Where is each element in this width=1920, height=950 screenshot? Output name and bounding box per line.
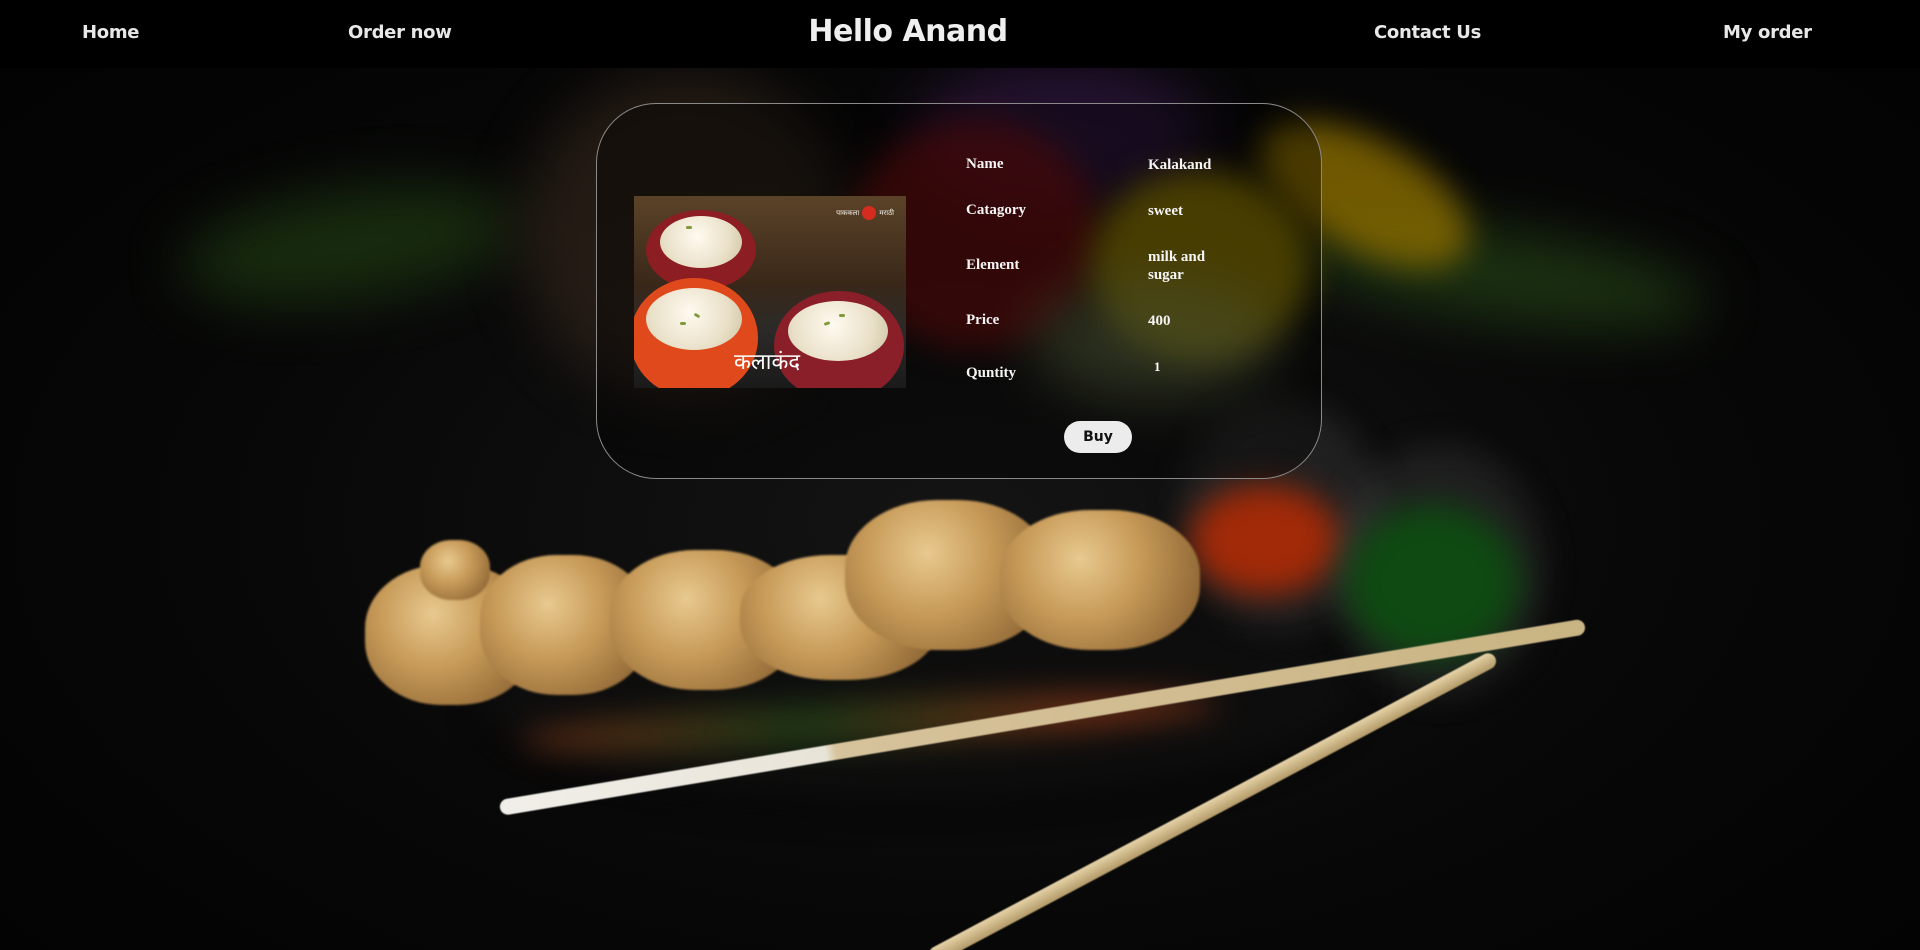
greeting-title: Hello Anand (808, 14, 1008, 49)
category-value: sweet (1148, 203, 1183, 219)
nav-my-order-link[interactable]: My order (1723, 22, 1812, 43)
image-watermark: पाककला मराठी (836, 206, 894, 220)
price-value: 400 (1148, 313, 1171, 329)
nav-contact-link[interactable]: Contact Us (1374, 22, 1481, 43)
price-label: Price (966, 312, 1000, 328)
product-card: पाककला मराठी कलाकंद Name Kalakand Catagor… (596, 103, 1322, 479)
element-label: Element (966, 257, 1020, 273)
element-value: milk and sugar (1148, 249, 1206, 283)
image-caption: कलाकंद (734, 350, 801, 375)
quantity-input[interactable] (1148, 356, 1214, 378)
quantity-label: Quntity (966, 365, 1017, 381)
category-label: Catagory (966, 202, 1026, 218)
buy-button[interactable]: Buy (1064, 421, 1132, 453)
top-nav: Home Order now Hello Anand Contact Us My… (0, 0, 1920, 68)
name-label: Name (966, 156, 1004, 172)
seal-icon (862, 206, 877, 220)
product-image: पाककला मराठी कलाकंद (634, 196, 906, 388)
name-value: Kalakand (1148, 157, 1212, 173)
